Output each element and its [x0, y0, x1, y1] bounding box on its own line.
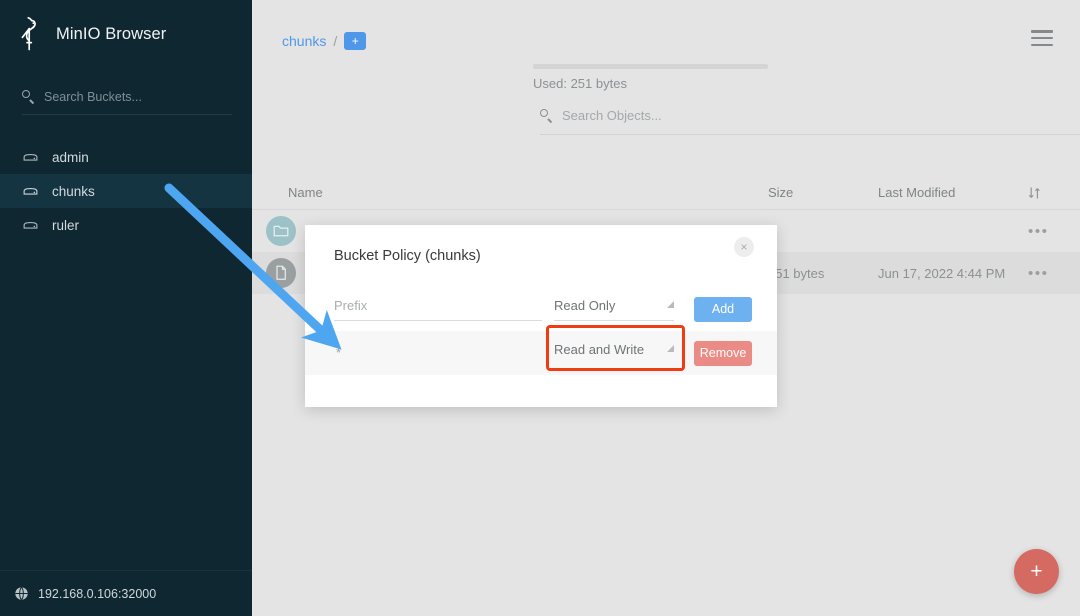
policy-select-new-value: Read Only — [554, 297, 616, 313]
add-icon: + — [1030, 560, 1043, 583]
table-header-row: Name Size Last Modified — [252, 176, 1080, 210]
column-header-size[interactable]: Size — [768, 185, 878, 200]
brand-title: MinIO Browser — [56, 24, 167, 43]
sidebar-item-chunks[interactable]: chunks — [0, 174, 252, 208]
new-policy-row: Read Only Add — [305, 287, 777, 331]
folder-icon — [266, 216, 296, 246]
search-objects-input[interactable] — [562, 108, 1080, 123]
dropdown-caret-icon — [667, 300, 674, 308]
close-icon[interactable]: × — [734, 237, 754, 257]
topbar: chunks / + — [252, 0, 1080, 62]
remove-policy-button[interactable]: Remove — [694, 340, 752, 366]
bucket-policy-modal: Bucket Policy (chunks) × Read Only Add * — [305, 225, 777, 407]
search-icon — [540, 109, 553, 122]
policy-select-new[interactable]: Read Only — [554, 298, 674, 321]
existing-prefix-value: * — [336, 345, 342, 360]
bucket-icon — [23, 153, 38, 161]
row-more-icon[interactable]: ••• — [1028, 265, 1049, 282]
breadcrumb-separator: / — [333, 33, 338, 49]
search-icon — [22, 90, 35, 103]
brand-header: MinIO Browser — [0, 0, 252, 68]
existing-policy-row: * Read and Write Remove — [305, 331, 777, 375]
column-header-sort[interactable] — [1028, 186, 1080, 200]
read-and-write-select[interactable]: Read and Write — [554, 342, 674, 364]
read-and-write-select-value: Read and Write — [554, 342, 645, 357]
bucket-icon — [23, 221, 38, 229]
column-header-name[interactable]: Name — [252, 185, 768, 200]
add-object-fab[interactable]: + — [1014, 549, 1059, 594]
prefix-input[interactable] — [334, 298, 542, 321]
bucket-search[interactable] — [0, 82, 252, 122]
bucket-list: admin chunks ruler — [0, 140, 252, 242]
modal-title: Bucket Policy (chunks) — [334, 248, 481, 264]
globe-icon — [15, 586, 28, 601]
storage-usage-bar — [533, 64, 768, 69]
sidebar-item-label: ruler — [52, 217, 80, 233]
column-header-last-modified[interactable]: Last Modified — [878, 185, 1028, 200]
minio-bird-logo — [21, 16, 36, 51]
sort-icon — [1028, 187, 1040, 198]
breadcrumb: chunks / + — [282, 32, 367, 50]
sidebar-item-ruler[interactable]: ruler — [0, 208, 252, 242]
file-icon — [266, 258, 296, 288]
modal-header: Bucket Policy (chunks) × — [305, 225, 777, 287]
search-buckets-input[interactable] — [44, 89, 232, 104]
breadcrumb-bucket[interactable]: chunks — [282, 33, 326, 49]
minio-browser-app: MinIO Browser admin chunks — [0, 0, 1080, 616]
dropdown-caret-icon — [667, 345, 674, 352]
row-more-icon[interactable]: ••• — [1028, 223, 1049, 240]
hamburger-menu-icon[interactable] — [1031, 30, 1053, 46]
sidebar-item-label: admin — [52, 149, 89, 165]
row-size: 251 bytes — [768, 265, 825, 281]
modal-footer — [305, 375, 777, 407]
storage-usage-label: Used: 251 bytes — [533, 76, 627, 91]
object-search[interactable] — [540, 108, 1080, 135]
sidebar: MinIO Browser admin chunks — [0, 0, 252, 616]
sidebar-footer: 192.168.0.106:32000 — [0, 570, 252, 616]
sidebar-item-admin[interactable]: admin — [0, 140, 252, 174]
new-folder-icon[interactable]: + — [344, 32, 367, 50]
sidebar-item-label: chunks — [52, 183, 95, 199]
add-policy-button[interactable]: Add — [694, 296, 752, 322]
bucket-icon — [23, 187, 38, 195]
row-last-modified: Jun 17, 2022 4:44 PM — [878, 265, 1006, 281]
server-host-label: 192.168.0.106:32000 — [38, 586, 157, 601]
